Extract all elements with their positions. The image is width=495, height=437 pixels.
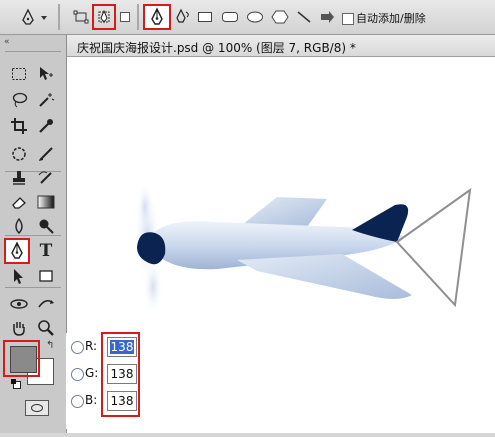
clone-stamp-tool[interactable] xyxy=(8,167,30,189)
type-tool[interactable]: T xyxy=(35,240,57,262)
propeller-blade xyxy=(137,181,153,233)
upper-wing xyxy=(242,197,327,227)
pen-tool[interactable] xyxy=(4,238,30,264)
pen-icon xyxy=(11,241,23,259)
move-tool[interactable] xyxy=(35,63,57,85)
pen-tool-button[interactable] xyxy=(143,4,171,30)
document-title: 庆祝国庆海报设计.psd @ 100% (图层 7, RGB/8) * xyxy=(77,41,356,55)
custom-shape-icon xyxy=(321,11,334,23)
auto-add-delete-checkbox[interactable] xyxy=(342,13,354,25)
triangle-path xyxy=(395,187,472,308)
g-radio[interactable] xyxy=(71,368,84,381)
line-icon xyxy=(297,11,311,23)
propeller-blade xyxy=(143,259,163,315)
line-tool-button[interactable] xyxy=(295,6,313,28)
pen-icon xyxy=(151,7,163,25)
dodge-tool[interactable] xyxy=(35,215,57,237)
document-tab[interactable]: 庆祝国庆海报设计.psd @ 100% (图层 7, RGB/8) * xyxy=(67,35,495,57)
rectangle-icon xyxy=(39,270,53,282)
move-icon xyxy=(40,67,53,80)
b-radio[interactable] xyxy=(71,395,84,408)
foreground-highlight xyxy=(3,340,40,377)
magic-wand-tool[interactable] xyxy=(35,89,57,111)
r-radio[interactable] xyxy=(71,341,84,354)
divider xyxy=(5,235,61,236)
history-brush-icon xyxy=(38,171,52,184)
hand-icon xyxy=(13,322,25,336)
fill-pixels-icon xyxy=(120,12,130,22)
default-colors-icon[interactable] xyxy=(11,379,21,389)
gradient-icon xyxy=(37,195,55,209)
tool-preset-picker[interactable] xyxy=(12,6,52,28)
shape-layers-mode-button[interactable] xyxy=(72,6,90,28)
divider xyxy=(58,4,60,30)
blur-tool[interactable] xyxy=(8,215,30,237)
freeform-pen-icon xyxy=(176,8,189,23)
brush-tool[interactable] xyxy=(35,143,57,165)
3d-orbit-tool[interactable] xyxy=(35,293,57,315)
rounded-rectangle-icon xyxy=(222,12,238,22)
dodge-icon xyxy=(39,219,54,234)
shape-layers-icon xyxy=(73,10,89,24)
hand-tool[interactable] xyxy=(8,317,30,339)
fill-pixels-mode-button[interactable] xyxy=(118,6,132,28)
color-readout-panel: R: 138 G: 138 B: 138 xyxy=(66,332,140,429)
g-label: G: xyxy=(85,366,99,380)
rectangle-tool-button[interactable] xyxy=(196,6,214,28)
zoom-icon xyxy=(38,320,54,336)
shape-tool[interactable] xyxy=(35,265,57,287)
eraser-icon xyxy=(12,197,26,209)
freeform-pen-button[interactable] xyxy=(173,6,191,28)
marquee-icon xyxy=(12,68,26,80)
eraser-tool[interactable] xyxy=(8,191,30,213)
zoom-tool[interactable] xyxy=(35,317,57,339)
rectangle-icon xyxy=(198,12,212,22)
marquee-tool[interactable] xyxy=(8,63,30,85)
path-selection-icon xyxy=(14,269,23,284)
b-label: B: xyxy=(85,393,98,407)
3d-rotate-icon xyxy=(10,299,28,309)
collapse-panel-icon[interactable]: « xyxy=(4,37,10,47)
custom-shape-tool-button[interactable] xyxy=(318,6,336,28)
polygon-tool-button[interactable] xyxy=(270,6,290,28)
rgb-values-highlight xyxy=(101,332,140,417)
ellipse-tool-button[interactable] xyxy=(245,6,265,28)
clone-stamp-icon xyxy=(13,171,25,185)
swap-colors-icon[interactable]: ↰ xyxy=(46,340,54,351)
pen-icon xyxy=(22,8,47,25)
ellipse-icon xyxy=(247,11,263,23)
lasso-icon xyxy=(12,92,28,108)
divider xyxy=(137,4,139,30)
gradient-tool[interactable] xyxy=(35,191,57,213)
history-brush-tool[interactable] xyxy=(35,167,57,189)
divider xyxy=(5,287,61,288)
3d-orbit-icon xyxy=(38,299,54,308)
lasso-tool[interactable] xyxy=(8,89,30,111)
polygon-icon xyxy=(271,10,289,24)
paths-mode-button[interactable] xyxy=(92,4,116,30)
r-label: R: xyxy=(85,339,98,353)
auto-add-delete-label: 自动添加/删除 xyxy=(356,12,426,25)
brush-icon xyxy=(39,147,53,161)
paths-icon xyxy=(98,9,110,23)
quick-mask-icon xyxy=(31,404,43,412)
healing-brush-icon xyxy=(12,147,26,161)
type-icon: T xyxy=(39,241,53,261)
blur-icon xyxy=(15,217,23,234)
rounded-rectangle-tool-button[interactable] xyxy=(220,6,240,28)
tools-panel: « T ↰ xyxy=(0,35,67,433)
options-bar: 自动添加/删除 xyxy=(0,0,495,35)
divider xyxy=(5,51,61,52)
quick-mask-button[interactable] xyxy=(25,400,49,416)
eyedropper-tool[interactable] xyxy=(35,115,57,137)
crop-tool[interactable] xyxy=(8,115,30,137)
crop-icon xyxy=(11,118,27,134)
path-selection-tool[interactable] xyxy=(8,265,30,287)
3d-rotate-tool[interactable] xyxy=(8,293,30,315)
magic-wand-icon xyxy=(39,93,55,107)
lower-wing xyxy=(237,254,412,299)
eyedropper-icon xyxy=(39,119,53,133)
healing-brush-tool[interactable] xyxy=(8,143,30,165)
